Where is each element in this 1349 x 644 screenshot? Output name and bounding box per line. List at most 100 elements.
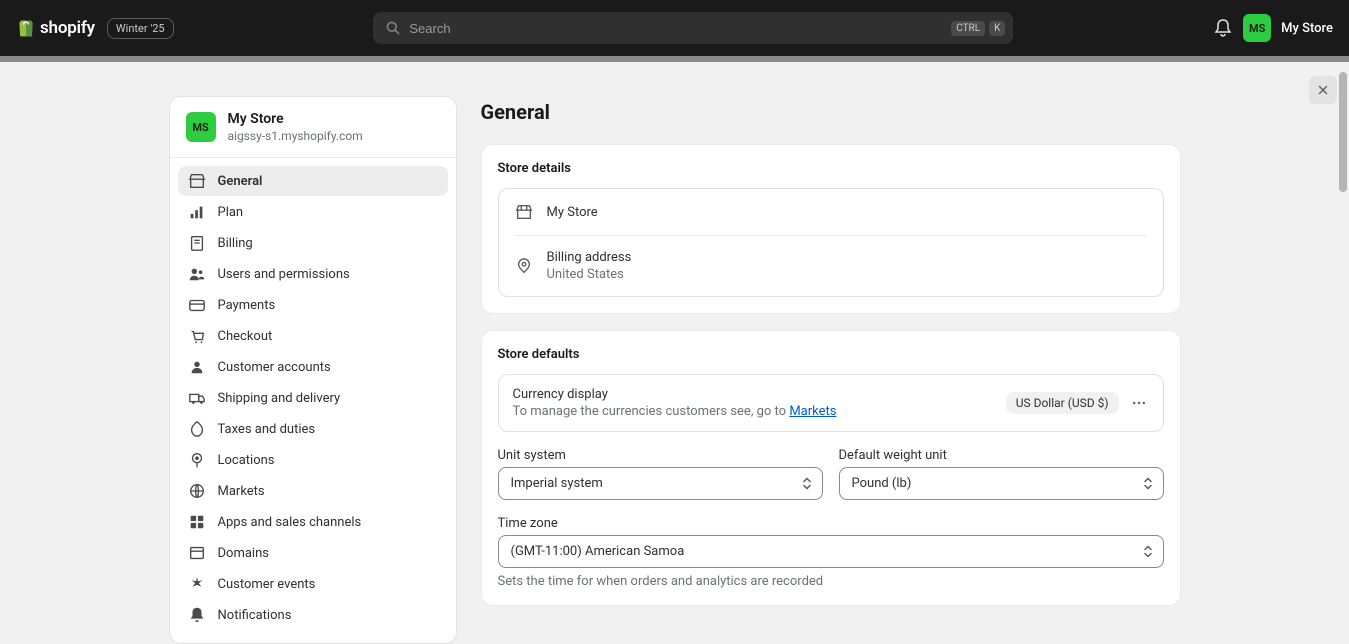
markets-icon (188, 482, 206, 500)
billing-address-row[interactable]: Billing address United States (515, 235, 1147, 296)
sidebar-item-payments[interactable]: Payments (178, 290, 448, 320)
close-button[interactable] (1309, 76, 1337, 104)
settings-main: General Store details My Store (481, 96, 1181, 644)
unit-system-field: Unit system Imperial system (498, 448, 823, 500)
content-area: MS My Store aigssy-s1.myshopify.com Gene… (0, 62, 1349, 644)
payments-icon (188, 296, 206, 314)
store-details-heading: Store details (498, 161, 1164, 176)
store-icon (515, 203, 533, 221)
sidebar-item-label: Shipping and delivery (218, 391, 341, 406)
store-name-row[interactable]: My Store (515, 189, 1147, 235)
sidebar-nav: General Plan Billing Users and permissions P… (170, 158, 456, 639)
unit-system-select[interactable]: Imperial system (498, 467, 823, 500)
markets-link[interactable]: Markets (789, 404, 836, 419)
sidebar-item-checkout[interactable]: Checkout (178, 321, 448, 351)
dots-horizontal-icon (1131, 395, 1147, 411)
sidebar-store-name: My Store (228, 111, 363, 127)
kbd-k: K (989, 21, 1005, 36)
search-wrapper: CTRL K (182, 12, 1206, 44)
timezone-helper: Sets the time for when orders and analyt… (498, 574, 1164, 589)
close-icon (1316, 83, 1330, 97)
sidebar-item-label: General (218, 174, 263, 189)
shipping-icon (188, 389, 206, 407)
locations-icon (188, 451, 206, 469)
store-name-value: My Store (547, 205, 598, 220)
shopify-logo: shopify (16, 17, 95, 39)
sidebar-domain: aigssy-s1.myshopify.com (228, 129, 363, 143)
sidebar-store-header[interactable]: MS My Store aigssy-s1.myshopify.com (170, 97, 456, 158)
sidebar-item-users[interactable]: Users and permissions (178, 259, 448, 289)
sidebar-item-billing[interactable]: Billing (178, 228, 448, 258)
scrollbar-thumb[interactable] (1339, 72, 1347, 192)
settings-sidebar: MS My Store aigssy-s1.myshopify.com Gene… (169, 96, 457, 644)
sidebar-item-label: Users and permissions (218, 267, 350, 282)
currency-badge: US Dollar (USD $) (1006, 392, 1119, 414)
store-details-box: My Store Billing address United States (498, 188, 1164, 297)
store-details-card: Store details My Store (481, 144, 1181, 314)
sidebar-item-markets[interactable]: Markets (178, 476, 448, 506)
notifications-icon[interactable] (1213, 18, 1233, 38)
sidebar-item-label: Customer accounts (218, 360, 331, 375)
topbar-right: MS My Store (1213, 14, 1333, 42)
weight-unit-select[interactable]: Pound (lb) (839, 467, 1164, 500)
sidebar-item-label: Checkout (218, 329, 273, 344)
currency-description: To manage the currencies customers see, … (513, 404, 837, 419)
brand-wordmark: shopify (40, 18, 95, 38)
store-defaults-card: Store defaults Currency display To manag… (481, 330, 1181, 606)
sidebar-item-plan[interactable]: Plan (178, 197, 448, 227)
sidebar-item-notifications[interactable]: Notifications (178, 600, 448, 630)
sidebar-item-label: Plan (218, 205, 244, 220)
billing-address-label: Billing address (547, 250, 632, 265)
search-icon (385, 20, 401, 36)
page-title: General (481, 96, 1181, 124)
search-bar[interactable]: CTRL K (373, 12, 1013, 44)
sidebar-item-label: Billing (218, 236, 253, 251)
apps-icon (188, 513, 206, 531)
currency-label: Currency display (513, 387, 837, 402)
timezone-select[interactable]: (GMT-11:00) American Samoa (498, 535, 1164, 568)
currency-more-button[interactable] (1129, 393, 1149, 413)
scrollbar-track[interactable] (1337, 62, 1349, 644)
timezone-label: Time zone (498, 516, 1164, 531)
edition-badge[interactable]: Winter '25 (107, 18, 174, 39)
plan-icon (188, 203, 206, 221)
customer-accounts-icon (188, 358, 206, 376)
billing-icon (188, 234, 206, 252)
topbar: shopify Winter '25 CTRL K MS My Store (0, 0, 1349, 56)
general-icon (188, 172, 206, 190)
domains-icon (188, 544, 206, 562)
sidebar-item-label: Locations (218, 453, 275, 468)
sidebar-item-apps[interactable]: Apps and sales channels (178, 507, 448, 537)
store-name-top[interactable]: My Store (1281, 21, 1333, 36)
sidebar-item-label: Domains (218, 546, 269, 561)
users-icon (188, 265, 206, 283)
currency-box: Currency display To manage the currencie… (498, 374, 1164, 432)
sidebar-item-label: Markets (218, 484, 265, 499)
logo-area[interactable]: shopify Winter '25 (16, 17, 174, 39)
search-input[interactable] (409, 21, 943, 36)
sidebar-item-domains[interactable]: Domains (178, 538, 448, 568)
timezone-field: Time zone (GMT-11:00) American Samoa Set… (498, 516, 1164, 589)
sidebar-item-customer-accounts[interactable]: Customer accounts (178, 352, 448, 382)
checkout-icon (188, 327, 206, 345)
notifications-icon (188, 606, 206, 624)
avatar[interactable]: MS (1243, 14, 1271, 42)
unit-system-label: Unit system (498, 448, 823, 463)
location-pin-icon (515, 257, 533, 275)
store-defaults-heading: Store defaults (498, 347, 1164, 362)
sidebar-avatar: MS (186, 112, 216, 142)
sidebar-item-general[interactable]: General (178, 166, 448, 196)
sidebar-item-label: Customer events (218, 577, 316, 592)
sidebar-item-label: Apps and sales channels (218, 515, 362, 530)
sidebar-item-label: Payments (218, 298, 276, 313)
sidebar-item-locations[interactable]: Locations (178, 445, 448, 475)
sidebar-item-taxes[interactable]: Taxes and duties (178, 414, 448, 444)
keyboard-shortcut-hint: CTRL K (951, 21, 1005, 36)
sidebar-item-shipping[interactable]: Shipping and delivery (178, 383, 448, 413)
shopify-bag-icon (16, 17, 36, 39)
sidebar-item-customer-events[interactable]: Customer events (178, 569, 448, 599)
weight-unit-field: Default weight unit Pound (lb) (839, 448, 1164, 500)
sidebar-item-label: Taxes and duties (218, 422, 316, 437)
weight-unit-label: Default weight unit (839, 448, 1164, 463)
taxes-icon (188, 420, 206, 438)
